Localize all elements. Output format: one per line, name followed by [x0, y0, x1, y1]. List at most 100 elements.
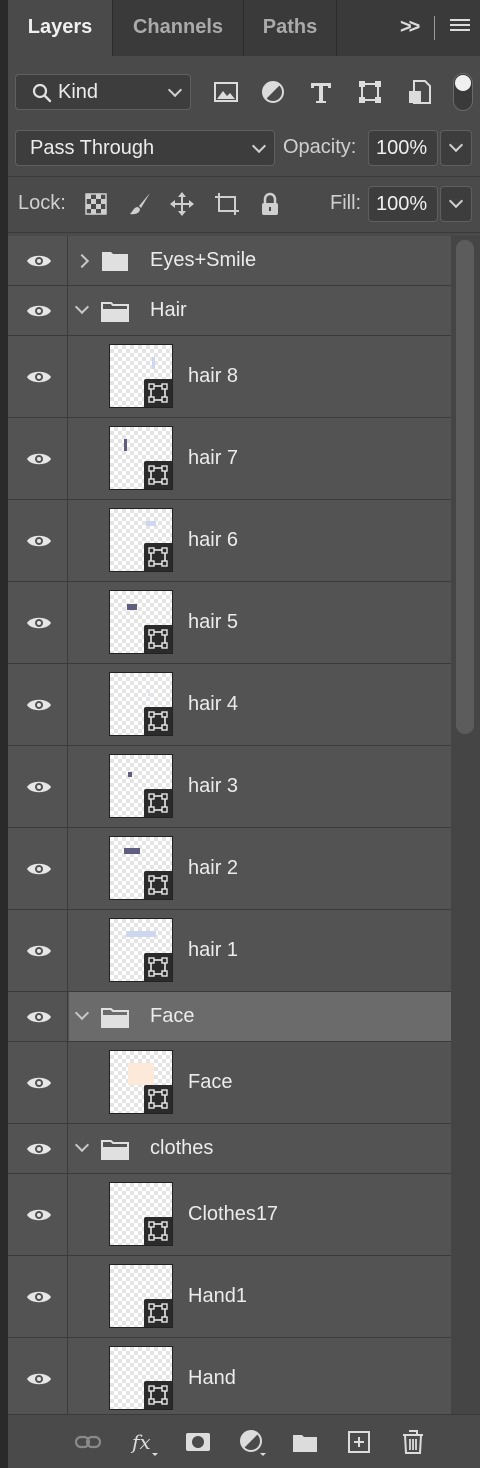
- divider: [8, 176, 480, 177]
- layer-name[interactable]: Face: [150, 1005, 194, 1028]
- layer-group-row[interactable]: Eyes+Smile: [8, 236, 451, 286]
- eye-icon[interactable]: [26, 861, 52, 877]
- layer-row-content: hair 3: [69, 746, 451, 827]
- layer-name[interactable]: hair 2: [188, 857, 238, 880]
- lock-image-pixels-icon[interactable]: [126, 190, 154, 218]
- layer-row[interactable]: Hand1: [8, 1256, 451, 1338]
- layer-name[interactable]: Hand: [188, 1367, 236, 1390]
- layer-row[interactable]: hair 3: [8, 746, 451, 828]
- layer-name[interactable]: hair 3: [188, 775, 238, 798]
- layer-name[interactable]: Hair: [150, 299, 187, 322]
- image-filter-icon[interactable]: [212, 78, 240, 106]
- layer-row[interactable]: hair 4: [8, 664, 451, 746]
- chevron-right-icon[interactable]: [74, 253, 90, 269]
- fill-slider-button[interactable]: [440, 186, 472, 222]
- eye-icon[interactable]: [26, 303, 52, 319]
- layer-row[interactable]: hair 2: [8, 828, 451, 910]
- eye-icon[interactable]: [26, 615, 52, 631]
- eye-icon[interactable]: [26, 451, 52, 467]
- layer-name[interactable]: hair 8: [188, 365, 238, 388]
- layer-row[interactable]: hair 6: [8, 500, 451, 582]
- layer-thumbnail: [109, 836, 173, 900]
- visibility-column: [8, 500, 68, 581]
- chevron-down-icon[interactable]: [74, 1005, 90, 1021]
- layer-row[interactable]: hair 5: [8, 582, 451, 664]
- opacity-input[interactable]: 100%: [368, 130, 438, 166]
- eye-icon[interactable]: [26, 1371, 52, 1387]
- layer-thumbnail: [109, 590, 173, 654]
- eye-icon[interactable]: [26, 1289, 52, 1305]
- layer-name[interactable]: hair 1: [188, 939, 238, 962]
- layer-row[interactable]: hair 1: [8, 910, 451, 992]
- collapse-panels-icon[interactable]: >>: [400, 16, 420, 39]
- fx-icon[interactable]: fx: [130, 1428, 158, 1456]
- layer-thumbnail: [109, 1346, 173, 1410]
- tab-paths[interactable]: Paths: [244, 0, 336, 56]
- eye-icon[interactable]: [26, 943, 52, 959]
- panel-menu-icon[interactable]: [450, 19, 470, 35]
- folder-open-icon: [101, 1006, 129, 1028]
- layer-name[interactable]: Face: [188, 1071, 232, 1094]
- adjustment-layer-icon[interactable]: [238, 1428, 266, 1456]
- layer-group-row[interactable]: clothes: [8, 1124, 451, 1174]
- fill-input[interactable]: 100%: [368, 186, 438, 222]
- opacity-slider-button[interactable]: [440, 130, 472, 166]
- eye-icon[interactable]: [26, 533, 52, 549]
- layer-group-row[interactable]: Face: [8, 992, 451, 1042]
- chevron-down-icon[interactable]: [74, 299, 90, 315]
- eye-icon[interactable]: [26, 1141, 52, 1157]
- new-layer-icon[interactable]: [345, 1428, 373, 1456]
- layer-name[interactable]: clothes: [150, 1137, 213, 1160]
- layer-name[interactable]: hair 6: [188, 529, 238, 552]
- adjustment-filter-icon[interactable]: [259, 78, 287, 106]
- layer-row-content: Hand: [69, 1338, 451, 1414]
- folder-open-icon: [101, 300, 129, 322]
- layer-name[interactable]: Eyes+Smile: [150, 249, 256, 272]
- smart-object-badge-icon: [144, 953, 172, 981]
- eye-icon[interactable]: [26, 1075, 52, 1091]
- layer-name[interactable]: hair 7: [188, 447, 238, 470]
- layer-name[interactable]: Clothes17: [188, 1203, 278, 1226]
- new-group-icon[interactable]: [291, 1428, 319, 1456]
- thumbnail-content: [127, 604, 137, 610]
- thumbnail-content: [124, 848, 140, 854]
- lock-transparent-pixels-icon[interactable]: [82, 190, 110, 218]
- chevron-down-icon[interactable]: [74, 1137, 90, 1153]
- shape-filter-icon[interactable]: [356, 78, 384, 106]
- layer-row[interactable]: Clothes17: [8, 1174, 451, 1256]
- blend-mode-dropdown[interactable]: Pass Through: [15, 130, 275, 166]
- smart-object-badge-icon: [144, 871, 172, 899]
- eye-icon[interactable]: [26, 369, 52, 385]
- eye-icon[interactable]: [26, 1009, 52, 1025]
- layer-name[interactable]: Hand1: [188, 1285, 247, 1308]
- tab-channels[interactable]: Channels: [113, 0, 243, 56]
- add-mask-icon[interactable]: [184, 1428, 212, 1456]
- lock-artboard-icon[interactable]: [212, 190, 240, 218]
- eye-icon[interactable]: [26, 697, 52, 713]
- filter-toggle-switch[interactable]: [453, 73, 473, 111]
- layer-name[interactable]: hair 5: [188, 611, 238, 634]
- visibility-column: [8, 1124, 68, 1173]
- layer-row[interactable]: Hand: [8, 1338, 451, 1414]
- type-filter-icon[interactable]: [307, 78, 335, 106]
- eye-icon[interactable]: [26, 779, 52, 795]
- delete-layer-icon[interactable]: [399, 1428, 427, 1456]
- visibility-column: [8, 1338, 68, 1414]
- layer-group-row[interactable]: Hair: [8, 286, 451, 336]
- eye-icon[interactable]: [26, 253, 52, 269]
- eye-icon[interactable]: [26, 1207, 52, 1223]
- tab-layers[interactable]: Layers: [8, 0, 112, 56]
- filter-kind-dropdown[interactable]: Kind: [15, 74, 191, 110]
- smart-object-filter-icon[interactable]: [406, 78, 434, 106]
- layer-row[interactable]: Face: [8, 1042, 451, 1124]
- layer-name[interactable]: hair 4: [188, 693, 238, 716]
- divider: [8, 232, 480, 233]
- lock-all-icon[interactable]: [256, 190, 284, 218]
- scrollbar-thumb[interactable]: [456, 240, 474, 734]
- layers-panel: Layers Channels Paths >> Kind Pass Throu…: [8, 0, 480, 1468]
- lock-position-icon[interactable]: [168, 190, 196, 218]
- visibility-column: [8, 992, 68, 1041]
- layer-row[interactable]: hair 8: [8, 336, 451, 418]
- layer-row[interactable]: hair 7: [8, 418, 451, 500]
- link-layers-icon[interactable]: [74, 1428, 102, 1456]
